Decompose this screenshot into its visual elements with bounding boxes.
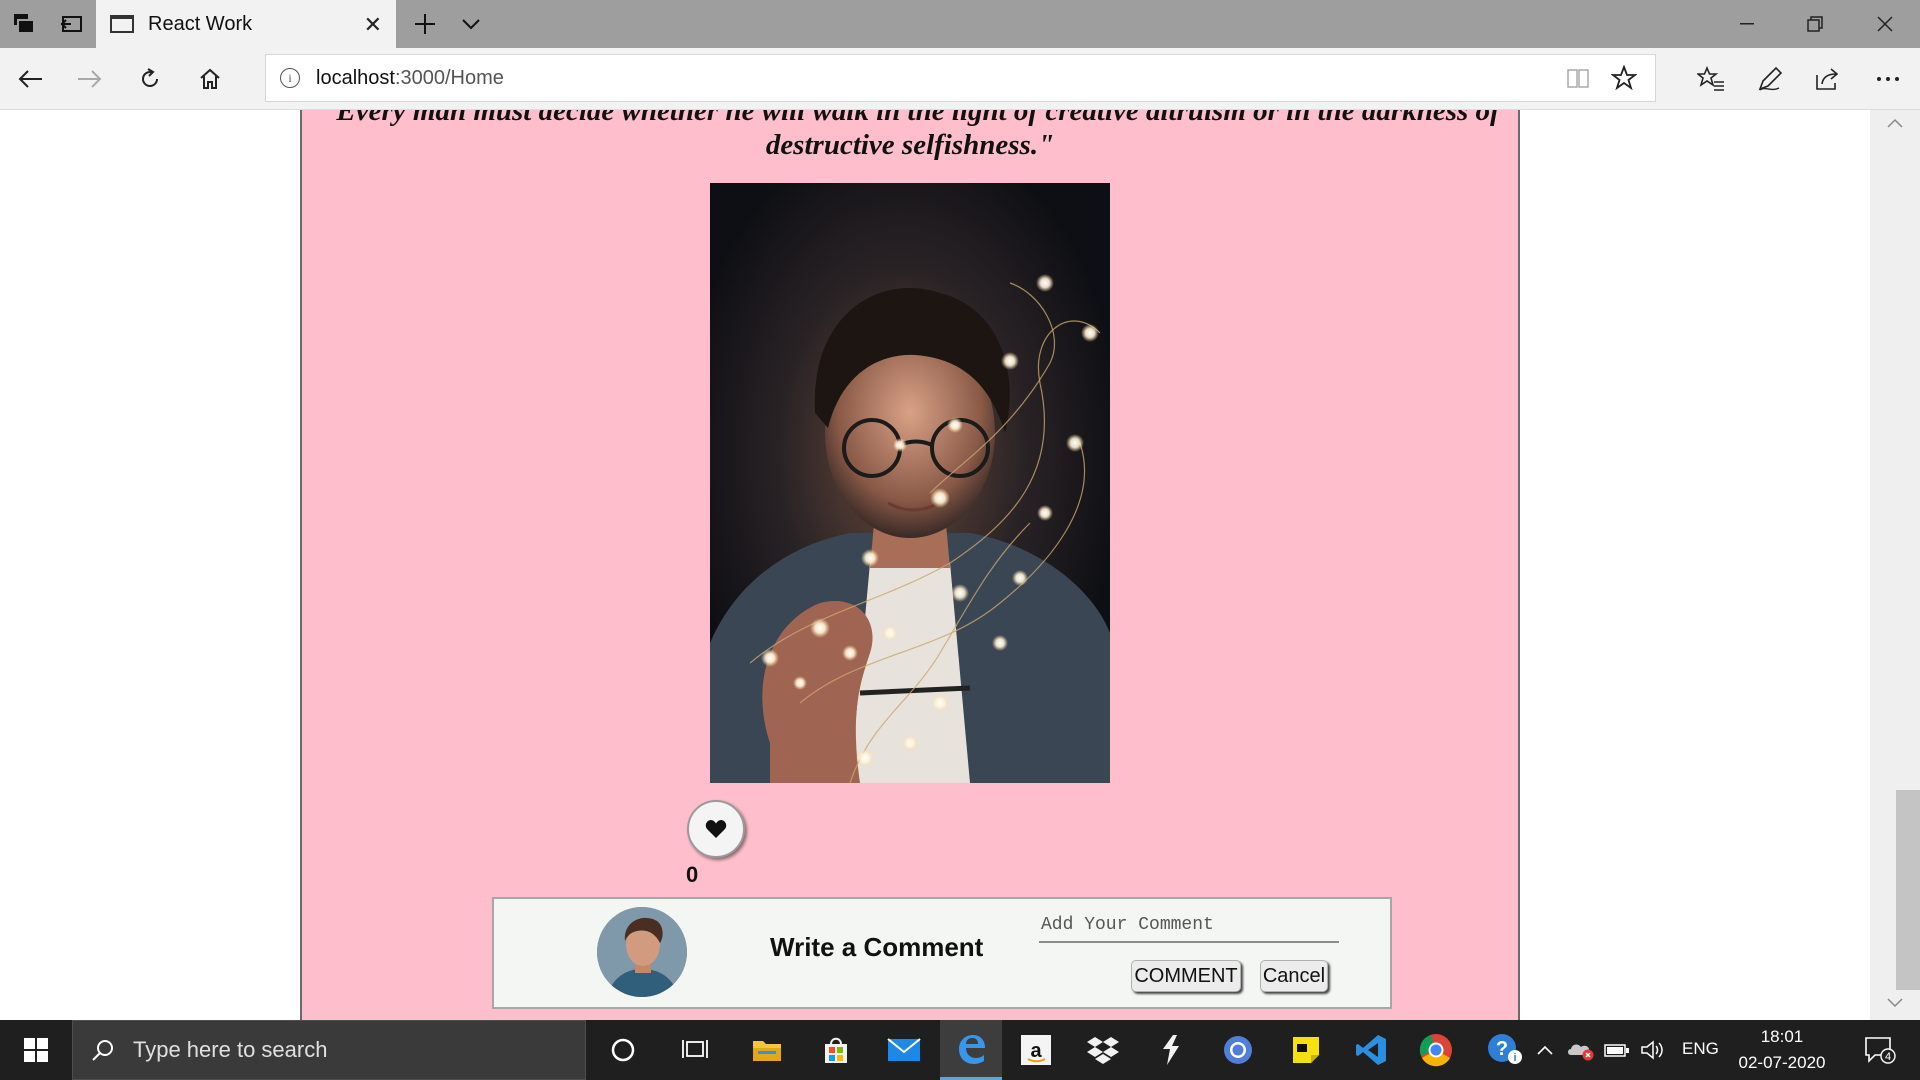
- address-bar[interactable]: i localhost:3000/Home: [265, 54, 1656, 102]
- back-icon[interactable]: [12, 61, 48, 97]
- comment-submit-button[interactable]: COMMENT: [1131, 960, 1241, 992]
- minimize-icon[interactable]: [1724, 8, 1770, 40]
- forward-icon[interactable]: [72, 61, 108, 97]
- chrome-icon[interactable]: [1405, 1020, 1467, 1080]
- close-tab-icon[interactable]: ✕: [364, 12, 382, 38]
- post-card: "Every man must decide whether he will w…: [300, 110, 1520, 1020]
- heart-icon: [705, 820, 727, 838]
- clock-time: 18:01: [1760, 1027, 1804, 1046]
- lightning-app-icon[interactable]: [1140, 1020, 1202, 1080]
- scroll-down-icon[interactable]: [1885, 996, 1905, 1012]
- tab-title: React Work: [148, 12, 253, 35]
- windows-logo-icon: [24, 1038, 48, 1062]
- close-window-icon[interactable]: [1862, 8, 1908, 40]
- comment-form: Write a Comment COMMENT Cancel: [492, 897, 1392, 1009]
- site-info-icon[interactable]: i: [280, 68, 300, 88]
- cortana-icon[interactable]: [592, 1020, 654, 1080]
- battery-icon[interactable]: [1602, 1020, 1632, 1080]
- onedrive-error-icon[interactable]: [1564, 1020, 1598, 1080]
- favorite-star-icon[interactable]: [1610, 64, 1638, 91]
- volume-icon[interactable]: [1637, 1020, 1669, 1080]
- restore-icon[interactable]: [1792, 8, 1838, 40]
- search-icon: [92, 1040, 113, 1061]
- dropbox-icon[interactable]: [1072, 1020, 1134, 1080]
- clock-date: 02-07-2020: [1738, 1053, 1826, 1072]
- start-button[interactable]: [0, 1020, 72, 1080]
- scroll-thumb[interactable]: [1896, 790, 1920, 990]
- search-placeholder: Type here to search: [133, 1037, 328, 1062]
- avatar: [597, 907, 687, 997]
- mail-icon[interactable]: [873, 1020, 935, 1080]
- url-text[interactable]: localhost:3000/Home: [316, 67, 504, 90]
- action-center-icon[interactable]: 4: [1858, 1020, 1902, 1080]
- reading-view-icon[interactable]: [1567, 67, 1589, 89]
- taskbar: Type here to search a ? i ENG 18:01 02-0…: [0, 1020, 1920, 1080]
- svg-text:?: ?: [1496, 1038, 1508, 1060]
- sticky-notes-icon[interactable]: [1275, 1020, 1337, 1080]
- browser-tab-bar: React Work ✕: [0, 0, 1920, 48]
- tab-preview-chevron-icon[interactable]: [456, 10, 486, 38]
- like-button[interactable]: [687, 800, 745, 858]
- svg-text:i: i: [1513, 1052, 1516, 1064]
- url-host: localhost: [316, 66, 395, 89]
- page-icon: [110, 15, 134, 33]
- taskbar-search[interactable]: Type here to search: [72, 1020, 586, 1080]
- cancel-button[interactable]: Cancel: [1260, 960, 1328, 992]
- url-path: :3000/Home: [394, 66, 504, 89]
- new-tab-icon[interactable]: [410, 10, 440, 38]
- notification-count: 4: [1885, 1051, 1891, 1063]
- tab-react-work[interactable]: React Work ✕: [96, 0, 396, 48]
- page-scrollbar[interactable]: [1870, 110, 1920, 1020]
- share-icon[interactable]: [1810, 61, 1846, 97]
- comment-input[interactable]: [1039, 909, 1339, 943]
- edge-browser-icon[interactable]: [940, 1020, 1002, 1080]
- favorites-hub-icon[interactable]: [1693, 61, 1729, 97]
- write-comment-label: Write a Comment: [770, 932, 984, 962]
- microsoft-store-icon[interactable]: [805, 1020, 867, 1080]
- file-explorer-icon[interactable]: [736, 1020, 798, 1080]
- tab-manager-icon[interactable]: [10, 10, 40, 38]
- post-quote: "Every man must decide whether he will w…: [320, 110, 1500, 161]
- svg-text:a: a: [1030, 1040, 1042, 1062]
- web-note-pen-icon[interactable]: [1752, 61, 1788, 97]
- browser-toolbar: i localhost:3000/Home: [0, 48, 1920, 110]
- show-hidden-icons-chevron-icon[interactable]: [1532, 1020, 1558, 1080]
- scroll-up-icon[interactable]: [1885, 116, 1905, 132]
- set-aside-tabs-icon[interactable]: [57, 10, 87, 38]
- page-viewport: "Every man must decide whether he will w…: [0, 110, 1870, 1020]
- more-menu-icon[interactable]: [1870, 61, 1906, 97]
- task-view-icon[interactable]: [664, 1020, 726, 1080]
- amazon-icon[interactable]: a: [1005, 1020, 1067, 1080]
- home-icon[interactable]: [192, 61, 228, 97]
- post-photo: [710, 183, 1110, 783]
- refresh-icon[interactable]: [132, 61, 168, 97]
- clock[interactable]: 18:01 02-07-2020: [1722, 1024, 1842, 1076]
- language-indicator[interactable]: ENG: [1682, 1039, 1719, 1059]
- vscode-icon[interactable]: [1340, 1020, 1402, 1080]
- like-count: 0: [686, 862, 699, 887]
- chromium-icon[interactable]: [1207, 1020, 1269, 1080]
- get-help-icon[interactable]: ? i: [1474, 1020, 1536, 1080]
